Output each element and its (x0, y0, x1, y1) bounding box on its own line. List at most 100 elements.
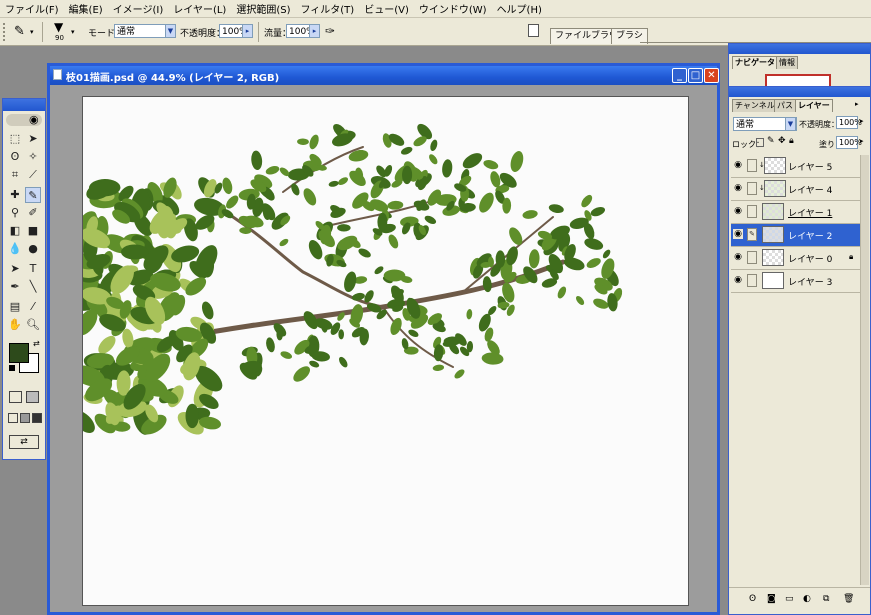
dodge-tool-icon[interactable]: ● (25, 241, 41, 257)
path-selection-tool-icon[interactable]: ➤ (7, 261, 23, 277)
mode-select-arrow-icon[interactable]: ▼ (165, 24, 176, 38)
gradient-tool-icon[interactable]: ■ (25, 223, 41, 239)
zoom-tool-icon[interactable]: 🔍︎ (25, 317, 41, 333)
swap-colors-icon[interactable]: ⇄ (33, 339, 40, 348)
options-bar-grip[interactable] (3, 23, 11, 41)
opacity-input[interactable]: 100% (219, 24, 248, 38)
blur-tool-icon[interactable]: 💧 (7, 241, 23, 257)
visibility-eye-icon[interactable]: ◉ (733, 229, 743, 239)
eraser-tool-icon[interactable]: ◧ (7, 223, 23, 239)
layer-link-box[interactable] (747, 159, 757, 172)
layer-opacity-input[interactable]: 100% (836, 116, 862, 129)
foreground-color-swatch[interactable] (9, 343, 29, 363)
close-button[interactable]: ✕ (704, 68, 719, 83)
menu-help[interactable]: ヘルプ(H) (492, 1, 547, 16)
lock-all-icon[interactable]: 🔒︎ (789, 136, 794, 146)
layer-link-box[interactable] (747, 182, 757, 195)
go-to-adobe-icon[interactable]: ◉ (29, 113, 39, 126)
add-mask-icon[interactable]: ◙ (767, 594, 776, 604)
lock-position-icon[interactable]: ✥ (778, 136, 786, 146)
layer-link-box[interactable] (747, 274, 757, 287)
visibility-eye-icon[interactable]: ◉ (733, 160, 743, 170)
layer-row[interactable]: ◉ レイヤー 1 (731, 201, 860, 224)
document-icon[interactable] (528, 24, 539, 37)
clone-stamp-tool-icon[interactable]: ⚲ (7, 205, 23, 221)
standard-screen-mode-icon[interactable] (8, 413, 18, 423)
tab-navigator[interactable]: ナビゲータ (732, 56, 778, 69)
delete-layer-icon[interactable]: 🗑︎ (843, 594, 854, 604)
fill-input[interactable]: 100% (836, 136, 862, 149)
tab-layers[interactable]: レイヤー (795, 99, 833, 112)
add-layer-style-icon[interactable]: ʘ (749, 594, 756, 604)
minimize-button[interactable]: _ (672, 68, 687, 83)
marquee-tool-icon[interactable]: ⬚ (7, 131, 23, 147)
healing-brush-tool-icon[interactable]: ✚ (7, 187, 23, 203)
layer-opacity-arrow-icon[interactable]: ▸ (860, 117, 864, 125)
layer-row-selected[interactable]: ◉ ✎ レイヤー 2 (731, 224, 860, 247)
document-titlebar[interactable]: 枝01描画.psd @ 44.9% (レイヤー 2, RGB) _ □ ✕ (50, 66, 719, 85)
new-layer-icon[interactable]: ⧉ (823, 594, 829, 604)
magic-wand-tool-icon[interactable]: ✧ (25, 149, 41, 165)
visibility-eye-icon[interactable]: ◉ (733, 252, 743, 262)
tab-channels[interactable]: チャンネル (732, 99, 778, 112)
pen-tool-icon[interactable]: ✒ (7, 279, 23, 295)
default-colors-icon[interactable] (9, 365, 15, 371)
lock-image-icon[interactable]: ✎ (767, 136, 775, 146)
notes-tool-icon[interactable]: ▤ (7, 299, 23, 315)
menu-file[interactable]: ファイル(F) (0, 1, 64, 16)
opacity-slider-arrow-icon[interactable]: ▸ (242, 24, 253, 38)
fill-arrow-icon[interactable]: ▸ (860, 137, 864, 145)
airbrush-icon[interactable]: ✑ (325, 24, 335, 38)
layer-row[interactable]: ◉ ↓ レイヤー 4 (731, 178, 860, 201)
history-brush-tool-icon[interactable]: ✐ (25, 205, 41, 221)
menu-image[interactable]: イメージ(I) (108, 1, 169, 16)
eyedropper-tool-icon[interactable]: ⁄ (25, 299, 41, 315)
standard-mode-icon[interactable] (9, 391, 22, 403)
blend-mode-arrow-icon[interactable]: ▼ (785, 117, 796, 131)
crop-tool-icon[interactable]: ⌗ (7, 167, 23, 183)
layer-row[interactable]: ◉ レイヤー 0 🔒︎ (731, 247, 860, 270)
menu-window[interactable]: ウインドウ(W) (414, 1, 492, 16)
lock-transparency-icon[interactable] (756, 138, 764, 147)
menu-view[interactable]: ビュー(V) (359, 1, 414, 16)
line-tool-icon[interactable]: ╲ (25, 279, 41, 295)
brush-tool-preset-icon[interactable]: ✎ (14, 24, 25, 39)
layers-titlebar[interactable] (729, 87, 870, 97)
full-screen-mode-icon[interactable] (32, 413, 42, 423)
flow-input[interactable]: 100% (286, 24, 315, 38)
menu-layer[interactable]: レイヤー(L) (168, 1, 231, 16)
layers-scrollbar[interactable] (860, 155, 869, 585)
menu-edit[interactable]: 編集(E) (64, 1, 108, 16)
visibility-eye-icon[interactable]: ◉ (733, 206, 743, 216)
tool-preset-dropdown-icon[interactable]: ▾ (30, 28, 34, 36)
brush-picker-dropdown-icon[interactable]: ▾ (71, 28, 75, 36)
tab-paths[interactable]: パス (774, 99, 796, 112)
jump-to-imageready-icon[interactable]: ⇄ (9, 435, 39, 449)
palette-menu-icon[interactable]: ▸ (855, 100, 859, 108)
navigator-titlebar[interactable] (729, 44, 870, 54)
maximize-button[interactable]: □ (688, 68, 703, 83)
tab-info[interactable]: 情報 (776, 56, 798, 69)
type-tool-icon[interactable]: T (25, 261, 41, 277)
menu-select[interactable]: 選択範囲(S) (231, 1, 295, 16)
layer-link-box[interactable] (747, 251, 757, 264)
brush-edit-icon[interactable]: ✎ (747, 228, 757, 241)
image-canvas[interactable] (82, 96, 689, 606)
toolbox-titlebar[interactable] (3, 99, 45, 111)
full-screen-menu-mode-icon[interactable] (20, 413, 30, 423)
visibility-eye-icon[interactable]: ◉ (733, 275, 743, 285)
flow-slider-arrow-icon[interactable]: ▸ (309, 24, 320, 38)
slice-tool-icon[interactable]: ⟋ (25, 167, 41, 183)
quick-mask-mode-icon[interactable] (26, 391, 39, 403)
move-tool-icon[interactable]: ➤ (25, 131, 41, 147)
layer-link-box[interactable] (747, 205, 757, 218)
new-adjustment-layer-icon[interactable]: ◐ (803, 594, 811, 604)
layer-row[interactable]: ◉ ↓ レイヤー 5 (731, 155, 860, 178)
brush-tool-icon[interactable]: ✎ (25, 187, 41, 203)
visibility-eye-icon[interactable]: ◉ (733, 183, 743, 193)
lasso-tool-icon[interactable]: ʘ (7, 149, 23, 165)
new-set-icon[interactable]: ▭ (785, 594, 794, 604)
menu-filter[interactable]: フィルタ(T) (295, 1, 359, 16)
layer-row[interactable]: ◉ レイヤー 3 (731, 270, 860, 293)
brush-picker-icon[interactable]: ▼ (54, 21, 63, 33)
